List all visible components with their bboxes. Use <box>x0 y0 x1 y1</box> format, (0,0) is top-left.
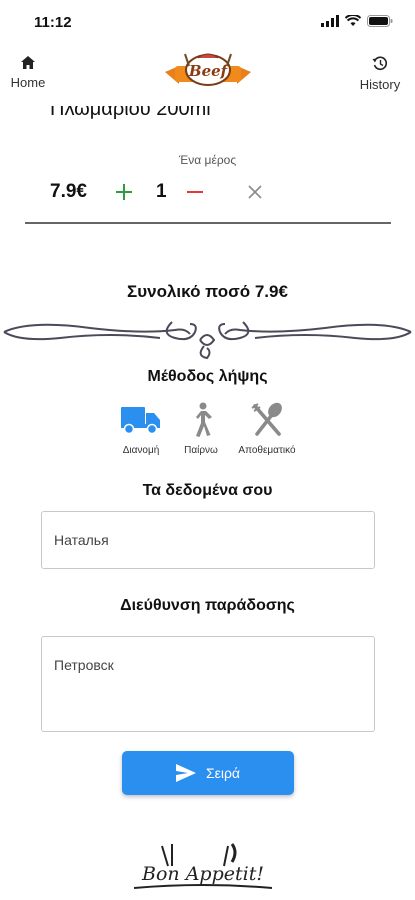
place-order-label: Σειρά <box>205 765 241 781</box>
name-field-value: Наталья <box>54 532 109 548</box>
home-label: Home <box>10 75 46 90</box>
address-field[interactable]: Петровск <box>41 636 375 732</box>
history-nav-button[interactable]: History <box>355 56 405 92</box>
method-pickup[interactable]: Παίρνω <box>166 400 236 456</box>
ornament-divider <box>3 321 412 360</box>
method-takeaway[interactable]: Αποθεματικό <box>232 400 302 456</box>
address-title: Διεύθυνση παράδοσης <box>120 597 295 614</box>
address-field-value: Петровск <box>54 657 114 673</box>
send-icon <box>175 764 196 782</box>
svg-text:Beef: Beef <box>188 62 230 80</box>
portion-label: Ένα μέρος <box>178 153 237 167</box>
increase-quantity-button[interactable] <box>112 177 136 205</box>
place-order-button[interactable]: Σειρά <box>122 751 294 795</box>
minus-icon <box>187 191 203 193</box>
signal-icon <box>321 15 339 27</box>
home-icon <box>21 56 35 69</box>
item-quantity: 1 <box>156 181 167 202</box>
decrease-quantity-button[interactable] <box>183 177 207 205</box>
name-field[interactable]: Наталья <box>41 511 375 569</box>
beef-logo: Beef <box>165 53 251 86</box>
history-icon <box>372 56 387 71</box>
method-takeaway-label: Αποθεματικό <box>238 445 296 456</box>
total-amount: Συνολικό ποσό 7.9€ <box>127 282 288 301</box>
truck-icon <box>121 407 160 435</box>
remove-item-button[interactable] <box>244 179 266 205</box>
history-label: History <box>359 77 401 92</box>
close-icon <box>248 185 262 199</box>
plus-icon <box>116 184 132 200</box>
item-divider <box>25 222 391 224</box>
svg-text:Bon Appetit!: Bon Appetit! <box>141 863 264 885</box>
walking-person-icon <box>196 402 212 437</box>
item-title: Πλωμαρίου 200ml <box>50 98 211 120</box>
wifi-icon <box>345 15 361 26</box>
bon-appetit-logo: Bon Appetit! <box>133 843 273 889</box>
customer-data-title: Τα δεδομένα σου <box>142 482 273 499</box>
home-nav-button[interactable]: Home <box>8 56 48 90</box>
method-pickup-label: Παίρνω <box>184 445 218 456</box>
status-time: 11:12 <box>34 14 72 31</box>
battery-icon <box>367 15 393 27</box>
pickup-method-title: Μέθοδος λήψης <box>147 368 268 385</box>
item-price: 7.9€ <box>50 181 87 202</box>
utensils-icon <box>251 402 282 436</box>
status-icons <box>321 15 393 27</box>
